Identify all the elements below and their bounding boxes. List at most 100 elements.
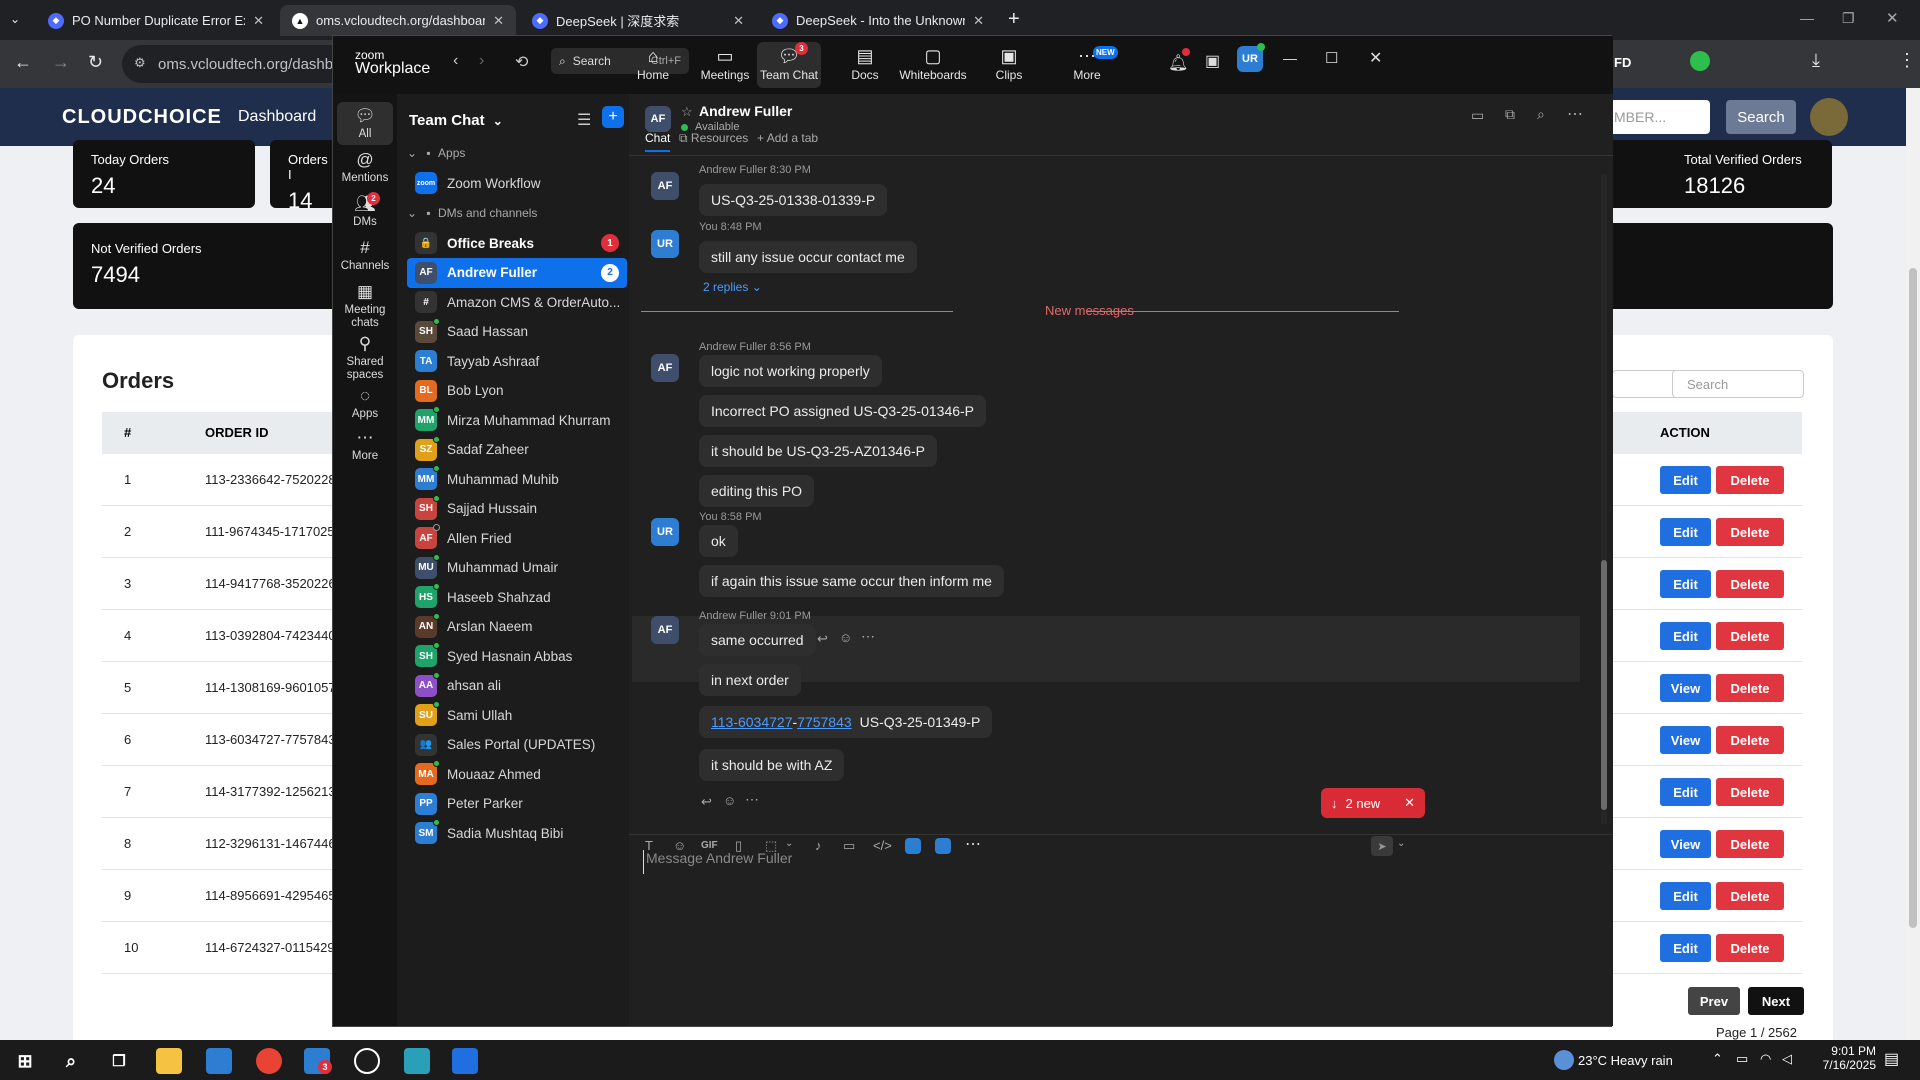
- sidebar-item-sadaf-zaheer[interactable]: SZ Sadaf Zaheer: [407, 435, 627, 465]
- orders-search-input[interactable]: Search: [1672, 370, 1804, 398]
- scrollbar-thumb[interactable]: [1909, 268, 1917, 928]
- clock[interactable]: 9:01 PM 7/16/2025: [1818, 1044, 1876, 1072]
- sidebar-item-peter-parker[interactable]: PP Peter Parker: [407, 789, 627, 819]
- message-bubble[interactable]: if again this issue same occur then info…: [699, 565, 1004, 597]
- site-logo[interactable]: CLOUDCHOICE: [62, 106, 222, 129]
- back-icon[interactable]: ←: [14, 52, 32, 73]
- delete-button[interactable]: Delete: [1716, 518, 1784, 546]
- send-icon[interactable]: ➤: [1371, 836, 1393, 856]
- video-call-icon[interactable]: ▭: [1471, 107, 1484, 124]
- edit-button[interactable]: Edit: [1660, 466, 1711, 494]
- view-button[interactable]: View: [1660, 726, 1711, 754]
- edit-button[interactable]: Edit: [1660, 882, 1711, 910]
- rail-item-all[interactable]: 💬︎ All: [337, 102, 393, 145]
- new-tab-icon[interactable]: +: [1008, 8, 1020, 31]
- code-snippet-icon[interactable]: </>: [873, 838, 892, 853]
- more-options-icon[interactable]: ⋯: [1567, 104, 1583, 124]
- delete-button[interactable]: Delete: [1716, 674, 1784, 702]
- text-format-icon[interactable]: T: [645, 838, 653, 853]
- wifi-icon[interactable]: ◠: [1760, 1051, 1771, 1067]
- notification-center-icon[interactable]: ▤: [1884, 1049, 1899, 1069]
- history-icon[interactable]: ⟲: [515, 52, 528, 72]
- close-tab-icon[interactable]: ✕: [253, 13, 264, 29]
- windows-start-icon[interactable]: ⊞: [12, 1048, 38, 1074]
- prev-page-button[interactable]: Prev: [1688, 987, 1740, 1015]
- new-messages-pill[interactable]: ↓ 2 new ✕: [1321, 788, 1425, 818]
- message-more-icon[interactable]: ⋯: [861, 628, 875, 645]
- sidebar-item-tayyab-ashraaf[interactable]: TA Tayyab Ashraaf: [407, 346, 627, 376]
- edit-button[interactable]: Edit: [1660, 622, 1711, 650]
- top-tab-more[interactable]: ⋯ More NEW: [1055, 44, 1119, 82]
- header-search-button[interactable]: Search: [1726, 100, 1796, 134]
- gif-icon[interactable]: GIF: [701, 840, 718, 851]
- sender-avatar[interactable]: AF: [651, 354, 679, 382]
- close-tab-icon[interactable]: ✕: [973, 13, 984, 29]
- task-view-icon[interactable]: ❐: [106, 1048, 132, 1074]
- message-input[interactable]: Message Andrew Fuller: [643, 850, 1403, 874]
- delete-button[interactable]: Delete: [1716, 934, 1784, 962]
- sender-avatar[interactable]: UR: [651, 518, 679, 546]
- sidebar-item-sajjad-hussain[interactable]: SH Sajjad Hussain: [407, 494, 627, 524]
- browser-tab-1[interactable]: ◆ PO Number Duplicate Error Exp ✕: [36, 5, 276, 36]
- zoom-taskbar-icon[interactable]: 3: [304, 1048, 332, 1074]
- top-tab-whiteboards[interactable]: ▢ Whiteboards: [895, 44, 971, 82]
- browser-menu-icon[interactable]: ⋮: [1898, 50, 1916, 71]
- sidebar-item-muhammad-muhib[interactable]: MM Muhammad Muhib: [407, 464, 627, 494]
- video-message-icon[interactable]: ▭: [843, 838, 855, 854]
- battery-icon[interactable]: ▭: [1736, 1051, 1748, 1067]
- filter-icon[interactable]: ☰: [577, 110, 591, 130]
- more-tools-icon[interactable]: ⋯: [965, 834, 981, 854]
- star-icon[interactable]: ☆: [681, 104, 693, 120]
- reload-icon[interactable]: ↻: [88, 52, 103, 73]
- browser-tab-4[interactable]: ◆ DeepSeek - Into the Unknown ✕: [760, 5, 996, 36]
- tab-add[interactable]: + Add a tab: [757, 131, 818, 145]
- rail-item-shared-spaces[interactable]: ⚲ Shared spaces: [333, 330, 397, 386]
- close-icon[interactable]: ✕: [1369, 48, 1382, 68]
- minimize-icon[interactable]: —: [1800, 10, 1814, 26]
- message-bubble[interactable]: US-Q3-25-01338-01339-P: [699, 184, 888, 216]
- delete-button[interactable]: Delete: [1716, 622, 1784, 650]
- page-scrollbar[interactable]: [1906, 88, 1920, 1040]
- view-button[interactable]: View: [1660, 674, 1711, 702]
- sidebar-item-mirza-muhammad-khurram[interactable]: MM Mirza Muhammad Khurram: [407, 405, 627, 435]
- forward-icon[interactable]: ›: [479, 52, 484, 70]
- share-screen-icon[interactable]: ⧉: [1505, 106, 1515, 123]
- weather-icon[interactable]: [1554, 1050, 1574, 1070]
- restore-icon[interactable]: ❐: [1842, 10, 1855, 27]
- sidebar-item-amazon-cms-orderauto[interactable]: # Amazon CMS & OrderAuto...: [407, 287, 627, 317]
- extension-fd-icon[interactable]: FD: [1614, 55, 1631, 70]
- sender-avatar[interactable]: UR: [651, 230, 679, 258]
- weather-text[interactable]: 23°C Heavy rain: [1578, 1053, 1673, 1068]
- forward-icon[interactable]: →: [52, 52, 70, 73]
- close-tab-icon[interactable]: ✕: [493, 13, 504, 29]
- message-bubble[interactable]: still any issue occur contact me: [699, 241, 917, 273]
- section-dms-and-channels[interactable]: ⌄ ▪ DMs and channels: [407, 206, 537, 220]
- calendar-icon[interactable]: ▣: [1205, 51, 1220, 71]
- next-page-button[interactable]: Next: [1748, 987, 1804, 1015]
- browser-tab-2[interactable]: ▲ oms.vcloudtech.org/dashboard ✕: [280, 5, 516, 36]
- replies-link[interactable]: 2 replies ⌄: [703, 280, 762, 294]
- tray-chevron-up-icon[interactable]: ⌃: [1712, 1051, 1723, 1067]
- order-number-search-input[interactable]: MBER...: [1600, 100, 1710, 134]
- rail-item-apps[interactable]: ◌ Apps: [333, 382, 397, 425]
- file-icon[interactable]: ▯: [735, 838, 742, 854]
- sidebar-item-sales-portal-updates[interactable]: 👥 Sales Portal (UPDATES): [407, 730, 627, 760]
- user-avatar[interactable]: [1810, 98, 1848, 136]
- chevron-down-icon[interactable]: ⌄: [785, 838, 793, 849]
- sidebar-item-zoom-workflow[interactable]: zoom Zoom Workflow: [407, 168, 627, 198]
- top-tab-home[interactable]: ⌂ Home: [621, 44, 685, 82]
- sender-avatar[interactable]: AF: [651, 172, 679, 200]
- sidebar-item-arslan-naeem[interactable]: AN Arslan Naeem: [407, 612, 627, 642]
- extension-icon[interactable]: [1690, 51, 1710, 71]
- app-shortcut-icon[interactable]: [935, 838, 951, 854]
- message-bubble[interactable]: Incorrect PO assigned US-Q3-25-01346-P: [699, 395, 987, 427]
- order-link[interactable]: 113-6034727: [711, 714, 792, 730]
- reply-thread-icon[interactable]: ↩: [817, 631, 828, 647]
- back-icon[interactable]: ‹: [453, 52, 458, 70]
- contact-avatar[interactable]: AF: [645, 106, 671, 132]
- top-tab-clips[interactable]: ▣ Clips: [977, 44, 1041, 82]
- sidebar-item-andrew-fuller[interactable]: AF Andrew Fuller 2: [407, 257, 627, 288]
- add-reaction-icon[interactable]: ☺: [723, 793, 736, 808]
- delete-button[interactable]: Delete: [1716, 882, 1784, 910]
- delete-button[interactable]: Delete: [1716, 466, 1784, 494]
